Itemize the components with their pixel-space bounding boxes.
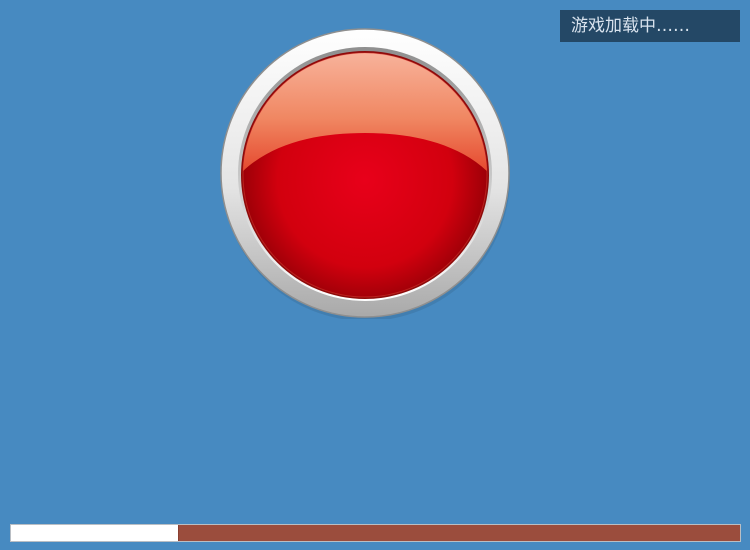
loading-status-banner: 游戏加载中…… (560, 10, 740, 42)
loading-status-text: 游戏加载中…… (571, 16, 690, 36)
start-button[interactable] (219, 27, 511, 319)
loading-progress-bar (10, 524, 741, 542)
loading-progress-fill (11, 525, 179, 541)
red-glossy-button-icon (220, 28, 510, 319)
